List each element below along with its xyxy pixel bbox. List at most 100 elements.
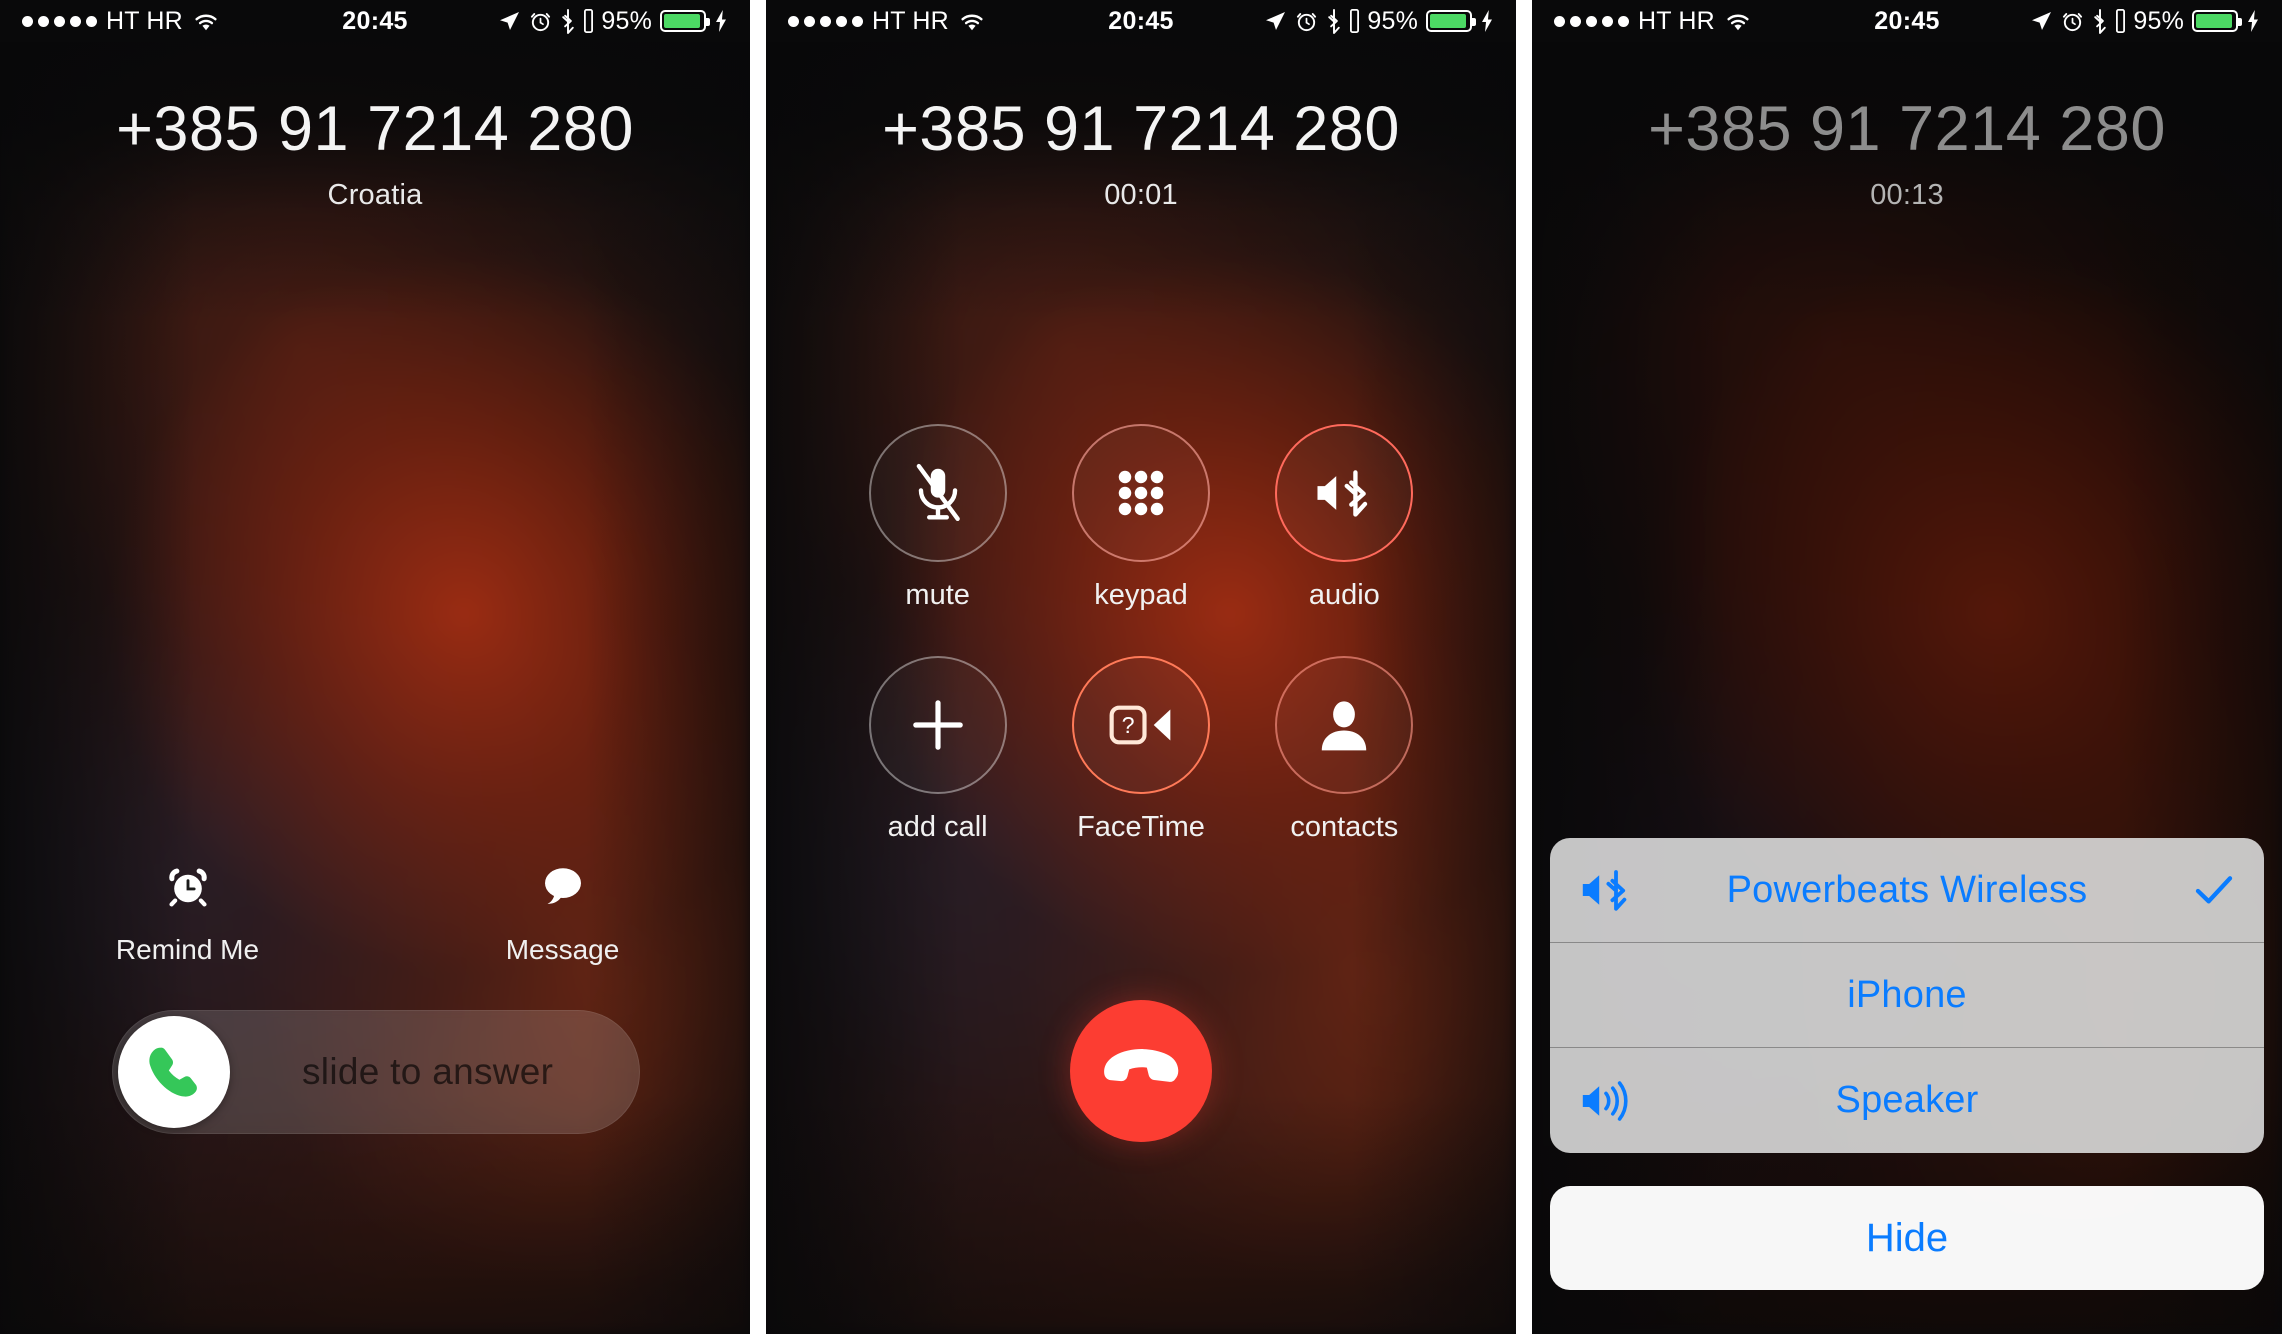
facetime-button[interactable]: ? FaceTime [1039, 656, 1242, 844]
audio-route-label: Speaker [1835, 1079, 1979, 1121]
add-call-button[interactable]: add call [836, 656, 1039, 844]
status-bar-right: 95% [1940, 7, 2260, 36]
audio-route-option-speaker[interactable]: Speaker [1550, 1048, 2264, 1153]
battery-percentage: 95% [1367, 6, 1419, 35]
mute-button-circle[interactable] [868, 424, 1007, 562]
status-bar-right: 95% [1174, 7, 1494, 36]
plus-icon [907, 694, 969, 756]
lightning-bolt-icon [2246, 9, 2260, 33]
carrier-name: HT HR [106, 6, 183, 35]
status-bar-clock: 20:45 [1874, 6, 1940, 35]
wifi-icon [192, 10, 220, 32]
contacts-label: contacts [1290, 811, 1399, 843]
wifi-icon [1724, 10, 1752, 32]
status-bar: HT HR 20:45 95% [766, 0, 1516, 42]
add-call-label: add call [887, 811, 988, 843]
message-bubble-icon [540, 860, 586, 912]
battery-percentage: 95% [2133, 6, 2185, 35]
caller-phone-number: +385 91 7214 280 [1648, 94, 2166, 164]
keypad-label: keypad [1094, 579, 1188, 611]
contact-person-icon [1315, 696, 1373, 754]
audio-button[interactable]: audio [1243, 424, 1446, 612]
mute-button[interactable]: mute [836, 424, 1039, 612]
status-bar-center: 20:45 [342, 7, 407, 36]
battery-percentage: 95% [601, 6, 653, 35]
alarm-clock-icon [1295, 10, 1318, 33]
battery-bar-icon [584, 9, 594, 33]
caller-phone-number: +385 91 7214 280 [882, 94, 1400, 164]
battery-bar-icon [2116, 9, 2126, 33]
alarm-clock-icon [165, 860, 211, 912]
audio-route-action-sheet: Powerbeats Wireless iPhone Speaker [1550, 838, 2264, 1153]
checkmark-icon [2194, 873, 2234, 907]
location-arrow-icon [497, 9, 521, 33]
panel-divider [1516, 0, 1532, 1334]
lightning-bolt-icon [1480, 9, 1494, 33]
battery-icon [2192, 10, 2243, 32]
status-bar-center: 20:45 [1874, 7, 1939, 36]
battery-bar-icon [1350, 9, 1360, 33]
audio-route-option-iphone[interactable]: iPhone [1550, 943, 2264, 1048]
status-bar-left: HT HR [1554, 7, 1874, 36]
facetime-video-icon: ? [1108, 702, 1174, 748]
remind-me-label: Remind Me [115, 934, 260, 965]
carrier-name: HT HR [872, 6, 949, 35]
wifi-icon [958, 10, 986, 32]
call-header: +385 91 7214 280 00:13 [1532, 96, 2282, 212]
keypad-button[interactable]: keypad [1039, 424, 1242, 612]
slide-to-answer-label: slide to answer [302, 1051, 554, 1092]
bluetooth-icon [1326, 8, 1342, 34]
audio-route-label: Powerbeats Wireless [1726, 868, 2088, 911]
add-call-button-circle[interactable] [868, 656, 1007, 794]
caller-phone-number: +385 91 7214 280 [116, 94, 634, 164]
alarm-clock-icon [2061, 10, 2084, 33]
end-call-button[interactable] [1070, 1000, 1212, 1142]
panel-in-call: HT HR 20:45 95% +385 91 7214 280 00:01 m… [766, 0, 1516, 1334]
call-header: +385 91 7214 280 00:01 [766, 96, 1516, 212]
battery-icon [1426, 10, 1477, 32]
audio-label: audio [1308, 579, 1380, 611]
call-header: +385 91 7214 280 Croatia [0, 96, 750, 212]
remind-me-button[interactable]: Remind Me [0, 860, 375, 966]
signal-strength-dots-icon [788, 15, 863, 27]
panel-audio-routes: HT HR 20:45 95% +385 91 7214 280 00:13 P… [1532, 0, 2282, 1334]
slide-to-answer-slider[interactable]: slide to answer [112, 1010, 640, 1134]
status-bar-center: 20:45 [1108, 7, 1173, 36]
microphone-muted-icon [907, 462, 969, 524]
bluetooth-icon [2092, 8, 2108, 34]
message-button[interactable]: Message [375, 860, 750, 966]
status-bar: HT HR 20:45 95% [1532, 0, 2282, 42]
alarm-clock-icon [529, 10, 552, 33]
lightning-bolt-icon [714, 9, 728, 33]
contacts-button[interactable]: contacts [1243, 656, 1446, 844]
answer-call-knob[interactable] [118, 1016, 230, 1128]
contacts-button-circle[interactable] [1275, 656, 1414, 794]
speaker-bluetooth-icon [1578, 866, 1634, 914]
hide-button[interactable]: Hide [1550, 1186, 2264, 1290]
call-duration-timer: 00:13 [1870, 179, 1944, 212]
location-arrow-icon [2029, 9, 2053, 33]
mute-label: mute [905, 579, 970, 611]
phone-handset-icon [143, 1041, 205, 1103]
call-duration-timer: 00:01 [1104, 179, 1178, 212]
speaker-bluetooth-icon [1312, 465, 1376, 521]
panel-incoming-call: HT HR 20:45 95% +385 91 7214 280 Croatia… [0, 0, 750, 1334]
audio-route-option-powerbeats[interactable]: Powerbeats Wireless [1550, 838, 2264, 943]
bluetooth-icon [560, 8, 576, 34]
audio-button-circle[interactable] [1275, 424, 1414, 562]
incoming-call-actions: Remind Me Message [0, 860, 750, 966]
status-bar-right: 95% [408, 7, 728, 36]
caller-region-label: Croatia [327, 179, 423, 212]
signal-strength-dots-icon [1554, 15, 1629, 27]
speaker-waves-icon [1578, 1077, 1634, 1125]
keypad-button-circle[interactable] [1071, 424, 1210, 562]
in-call-button-grid: mute keypad audio add call ? FaceTime co… [766, 424, 1516, 844]
hide-button-label: Hide [1865, 1215, 1949, 1260]
facetime-label: FaceTime [1077, 811, 1205, 843]
status-bar-left: HT HR [788, 7, 1108, 36]
facetime-button-circle[interactable]: ? [1071, 656, 1210, 794]
signal-strength-dots-icon [22, 15, 97, 27]
message-label: Message [505, 934, 620, 965]
panel-divider [750, 0, 766, 1334]
location-arrow-icon [1263, 9, 1287, 33]
